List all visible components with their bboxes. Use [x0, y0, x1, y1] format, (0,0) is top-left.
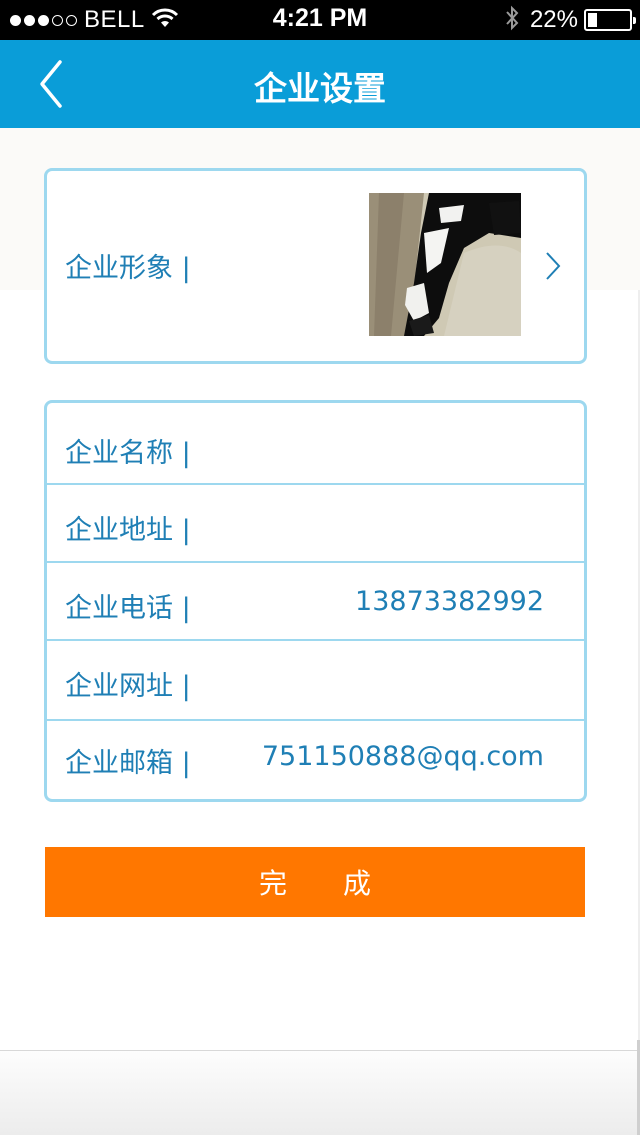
company-phone-row[interactable]: 企业电话 | 13873382992 — [47, 563, 584, 641]
company-name-row[interactable]: 企业名称 | — [47, 403, 584, 485]
company-image-label: 企业形象 | — [65, 253, 191, 284]
page-title: 企业设置 — [254, 69, 386, 108]
company-email-value[interactable]: 751150888@qq.com — [262, 741, 544, 772]
status-right: 22% — [504, 4, 636, 37]
company-email-row[interactable]: 企业邮箱 | 751150888@qq.com — [47, 721, 584, 799]
nav-bar: 企业设置 — [0, 40, 640, 128]
company-info-card: 企业名称 | 企业地址 | 企业电话 | 13873382992 企业网址 | … — [44, 400, 587, 802]
company-image-row[interactable]: 企业形象 | — [44, 168, 587, 364]
company-phone-label: 企业电话 | — [65, 593, 191, 624]
battery-fill — [588, 13, 597, 27]
company-address-row[interactable]: 企业地址 | — [47, 485, 584, 563]
company-website-row[interactable]: 企业网址 | — [47, 641, 584, 721]
bluetooth-icon — [504, 4, 520, 37]
bottom-bar — [0, 1050, 640, 1135]
company-website-label: 企业网址 | — [65, 671, 191, 702]
chevron-right-icon — [544, 251, 562, 285]
battery-icon — [584, 9, 636, 31]
company-image-thumbnail[interactable] — [369, 193, 521, 336]
battery-percent: 22% — [529, 6, 578, 33]
company-phone-value[interactable]: 13873382992 — [355, 586, 544, 617]
company-address-label: 企业地址 | — [65, 515, 191, 546]
company-email-label: 企业邮箱 | — [65, 748, 191, 779]
done-button[interactable]: 完 成 — [45, 847, 585, 917]
status-bar: BELL 4:21 PM 22% — [0, 0, 640, 40]
company-name-label: 企业名称 | — [65, 438, 191, 469]
